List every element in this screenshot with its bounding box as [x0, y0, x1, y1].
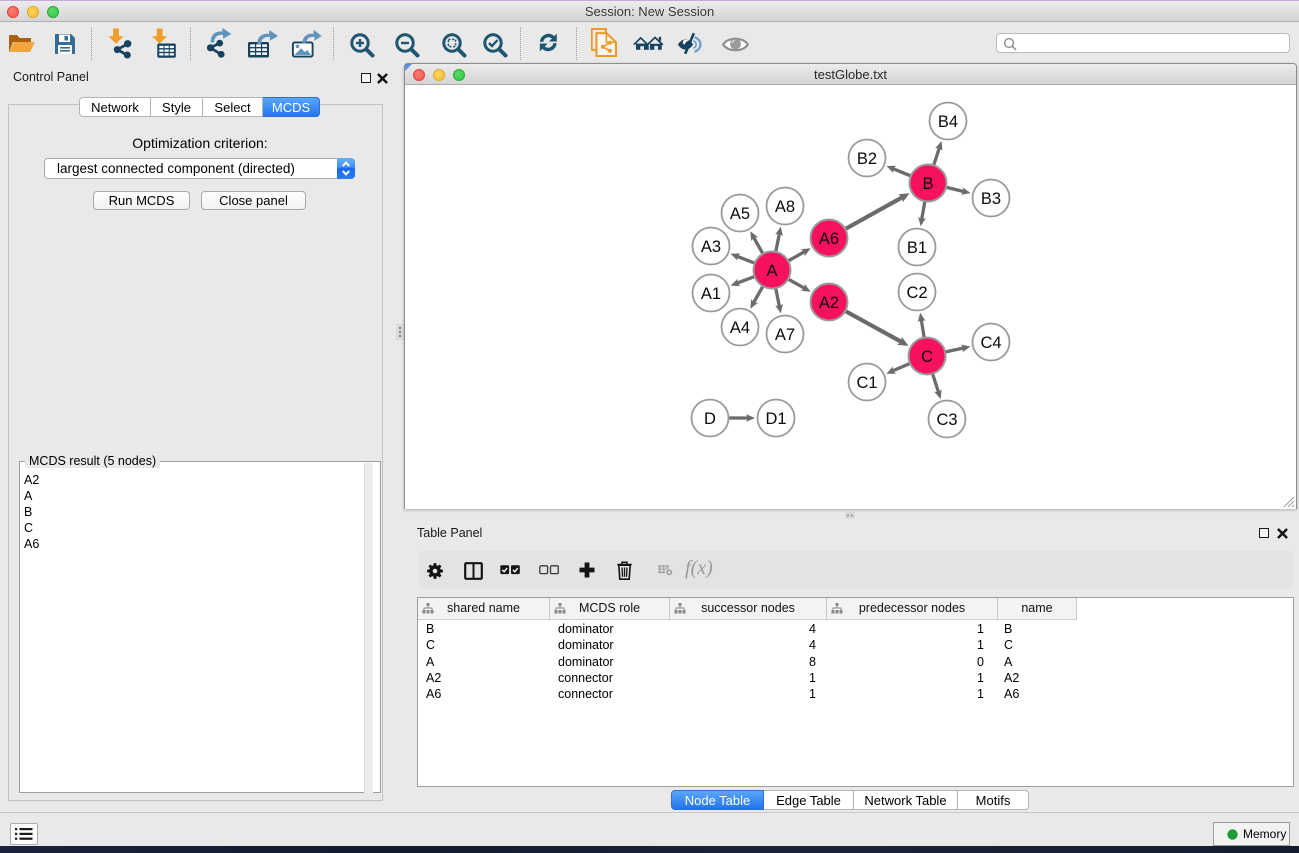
svg-text:B4: B4 — [938, 113, 958, 131]
svg-text:A8: A8 — [775, 198, 795, 216]
svg-text:A4: A4 — [730, 319, 750, 337]
svg-text:C4: C4 — [980, 334, 1001, 352]
svg-text:A: A — [766, 262, 777, 280]
svg-text:B1: B1 — [907, 239, 927, 257]
svg-text:C2: C2 — [906, 284, 927, 302]
svg-text:D: D — [704, 410, 716, 428]
svg-text:A7: A7 — [775, 326, 795, 344]
svg-text:B3: B3 — [981, 190, 1001, 208]
svg-text:A5: A5 — [730, 205, 750, 223]
svg-text:A2: A2 — [819, 294, 839, 312]
svg-text:B: B — [922, 175, 933, 193]
svg-text:C1: C1 — [856, 374, 877, 392]
svg-text:C: C — [921, 348, 933, 366]
svg-text:A6: A6 — [819, 230, 839, 248]
svg-text:D1: D1 — [765, 410, 786, 428]
svg-text:A1: A1 — [701, 285, 721, 303]
svg-text:B2: B2 — [857, 150, 877, 168]
svg-text:A3: A3 — [701, 238, 721, 256]
svg-text:C3: C3 — [936, 411, 957, 429]
